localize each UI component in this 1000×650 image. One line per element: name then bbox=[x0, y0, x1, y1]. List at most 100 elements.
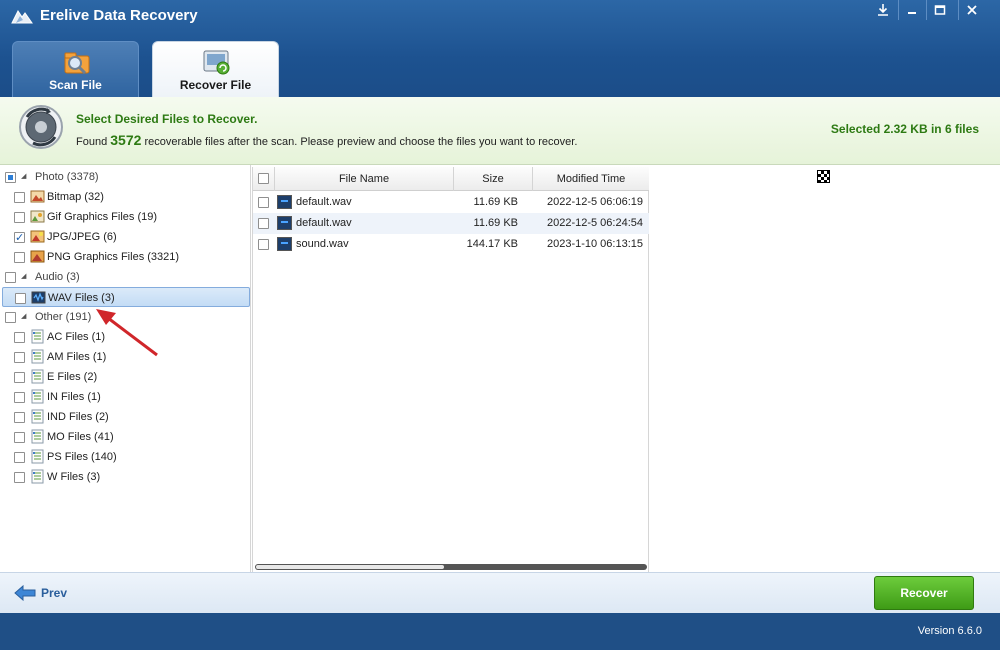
column-size[interactable]: Size bbox=[454, 167, 533, 191]
column-modified-time[interactable]: Modified Time bbox=[533, 167, 649, 191]
app-logo-icon bbox=[11, 10, 33, 24]
tab-recover-file-label: Recover File bbox=[179, 78, 252, 92]
file-modified-time: 2023-1-10 06:13:15 bbox=[546, 238, 643, 250]
tree-item-checkbox[interactable] bbox=[14, 472, 25, 483]
close-icon[interactable] bbox=[958, 0, 984, 20]
tree-item-checkbox[interactable] bbox=[14, 432, 25, 443]
tree-item-checkbox[interactable] bbox=[14, 352, 25, 363]
tree-item-checkbox[interactable] bbox=[14, 252, 25, 263]
tree-item-checkbox[interactable] bbox=[15, 293, 26, 304]
tree-item-checkbox[interactable] bbox=[14, 332, 25, 343]
file-type-tree[interactable]: ◢ Photo (3378) Bitmap (32) Gif Graphics Fil… bbox=[0, 165, 251, 572]
file-name: default.wav bbox=[296, 217, 352, 229]
tree-item[interactable]: E Files (2) bbox=[0, 367, 250, 387]
document-icon bbox=[31, 409, 44, 424]
tree-item-label: AM Files (1) bbox=[47, 351, 107, 363]
tree-item-checkbox[interactable] bbox=[14, 212, 25, 223]
info-header: Select Desired Files to Recover. Found 3… bbox=[0, 97, 1000, 165]
file-name: default.wav bbox=[296, 196, 352, 208]
file-row-checkbox[interactable] bbox=[258, 239, 269, 250]
horizontal-scrollbar[interactable] bbox=[255, 564, 647, 570]
tree-item[interactable]: PNG Graphics Files (3321) bbox=[0, 247, 250, 267]
footer-bar: Prev Recover bbox=[0, 572, 1000, 613]
tree-item-checkbox[interactable] bbox=[14, 392, 25, 403]
file-row-checkbox[interactable] bbox=[258, 197, 269, 208]
tree-item[interactable]: IN Files (1) bbox=[0, 387, 250, 407]
tab-recover-file[interactable]: Recover File bbox=[152, 41, 279, 97]
tree-item[interactable]: ◢ Audio (3) bbox=[0, 267, 250, 287]
tree-item[interactable]: Gif Graphics Files (19) bbox=[0, 207, 250, 227]
restore-icon[interactable] bbox=[926, 0, 952, 20]
download-icon[interactable] bbox=[870, 0, 896, 20]
column-file-name[interactable]: File Name bbox=[275, 167, 454, 191]
file-row[interactable]: default.wav 11.69 KB 2022-12-5 06:24:54 bbox=[253, 213, 649, 234]
tree-item[interactable]: ◢ Photo (3378) bbox=[0, 167, 250, 187]
file-list: File Name Size Modified Time default.wav… bbox=[252, 167, 649, 572]
tree-item-label: WAV Files (3) bbox=[48, 292, 115, 304]
tree-item-checkbox[interactable] bbox=[14, 228, 25, 248]
main-content: ◢ Photo (3378) Bitmap (32) Gif Graphics Fil… bbox=[0, 165, 1000, 572]
tree-item-label: IN Files (1) bbox=[47, 391, 101, 403]
tree-item-checkbox[interactable] bbox=[5, 272, 16, 283]
document-icon bbox=[31, 449, 44, 464]
tree-item[interactable]: MO Files (41) bbox=[0, 427, 250, 447]
tree-item-label: PS Files (140) bbox=[47, 451, 117, 463]
tree-item[interactable]: ◢ Other (191) bbox=[0, 307, 250, 327]
found-suffix: recoverable files after the scan. Please… bbox=[144, 136, 578, 148]
jpg-icon bbox=[30, 230, 45, 243]
recover-button[interactable]: Recover bbox=[874, 576, 974, 610]
tree-item-checkbox[interactable] bbox=[14, 412, 25, 423]
tree-item-label: Audio (3) bbox=[35, 271, 80, 283]
preview-pane bbox=[650, 165, 1000, 572]
file-row[interactable]: sound.wav 144.17 KB 2023-1-10 06:13:15 bbox=[253, 234, 649, 255]
file-name: sound.wav bbox=[296, 238, 349, 250]
file-size: 144.17 KB bbox=[466, 238, 518, 250]
tree-item[interactable]: Bitmap (32) bbox=[0, 187, 250, 207]
tree-item-label: MO Files (41) bbox=[47, 431, 114, 443]
title-bar: Erelive Data Recovery Scan File Recover … bbox=[0, 0, 1000, 97]
tab-scan-file[interactable]: Scan File bbox=[12, 41, 139, 97]
wav-file-icon bbox=[277, 216, 292, 230]
tree-item[interactable]: WAV Files (3) bbox=[2, 287, 250, 307]
prev-label: Prev bbox=[41, 586, 68, 600]
tree-item-checkbox[interactable] bbox=[14, 372, 25, 383]
tree-item-checkbox[interactable] bbox=[5, 312, 16, 323]
tree-item-checkbox[interactable] bbox=[14, 192, 25, 203]
tree-item[interactable]: IND Files (2) bbox=[0, 407, 250, 427]
png-icon bbox=[30, 250, 45, 263]
expand-triangle-icon[interactable]: ◢ bbox=[21, 307, 26, 327]
file-row-checkbox[interactable] bbox=[258, 218, 269, 229]
recovery-disk-icon bbox=[19, 105, 63, 149]
selected-summary: Selected 2.32 KB in 6 files bbox=[830, 122, 979, 136]
tree-item[interactable]: AC Files (1) bbox=[0, 327, 250, 347]
wav-file-icon bbox=[277, 195, 292, 209]
app-title: Erelive Data Recovery bbox=[40, 7, 198, 24]
wav-icon bbox=[31, 291, 46, 304]
select-all-cell bbox=[253, 167, 275, 191]
minimize-icon[interactable] bbox=[898, 0, 924, 20]
document-icon bbox=[31, 349, 44, 364]
tree-item-label: Gif Graphics Files (19) bbox=[47, 211, 158, 223]
scrollbar-thumb[interactable] bbox=[256, 565, 444, 569]
tree-item[interactable]: JPG/JPEG (6) bbox=[0, 227, 250, 248]
file-size: 11.69 KB bbox=[473, 196, 518, 208]
scan-icon bbox=[64, 52, 90, 75]
document-icon bbox=[31, 369, 44, 384]
tree-item-label: Bitmap (32) bbox=[47, 191, 104, 203]
tree-item[interactable]: PS Files (140) bbox=[0, 447, 250, 467]
file-size: 11.69 KB bbox=[473, 217, 518, 229]
tree-item[interactable]: AM Files (1) bbox=[0, 347, 250, 367]
document-icon bbox=[31, 429, 44, 444]
expand-triangle-icon[interactable]: ◢ bbox=[21, 267, 26, 287]
expand-triangle-icon[interactable]: ◢ bbox=[21, 167, 26, 187]
tree-item[interactable]: W Files (3) bbox=[0, 467, 250, 487]
file-list-header: File Name Size Modified Time bbox=[253, 167, 649, 191]
tree-item-checkbox[interactable] bbox=[14, 452, 25, 463]
document-icon bbox=[31, 389, 44, 404]
version-label: Version 6.6.0 bbox=[917, 625, 982, 637]
tree-item-checkbox[interactable] bbox=[5, 172, 16, 183]
select-all-checkbox[interactable] bbox=[258, 173, 269, 184]
prev-button[interactable]: Prev bbox=[14, 583, 74, 603]
file-row[interactable]: default.wav 11.69 KB 2022-12-5 06:06:19 bbox=[253, 192, 649, 213]
found-prefix: Found bbox=[76, 136, 108, 148]
